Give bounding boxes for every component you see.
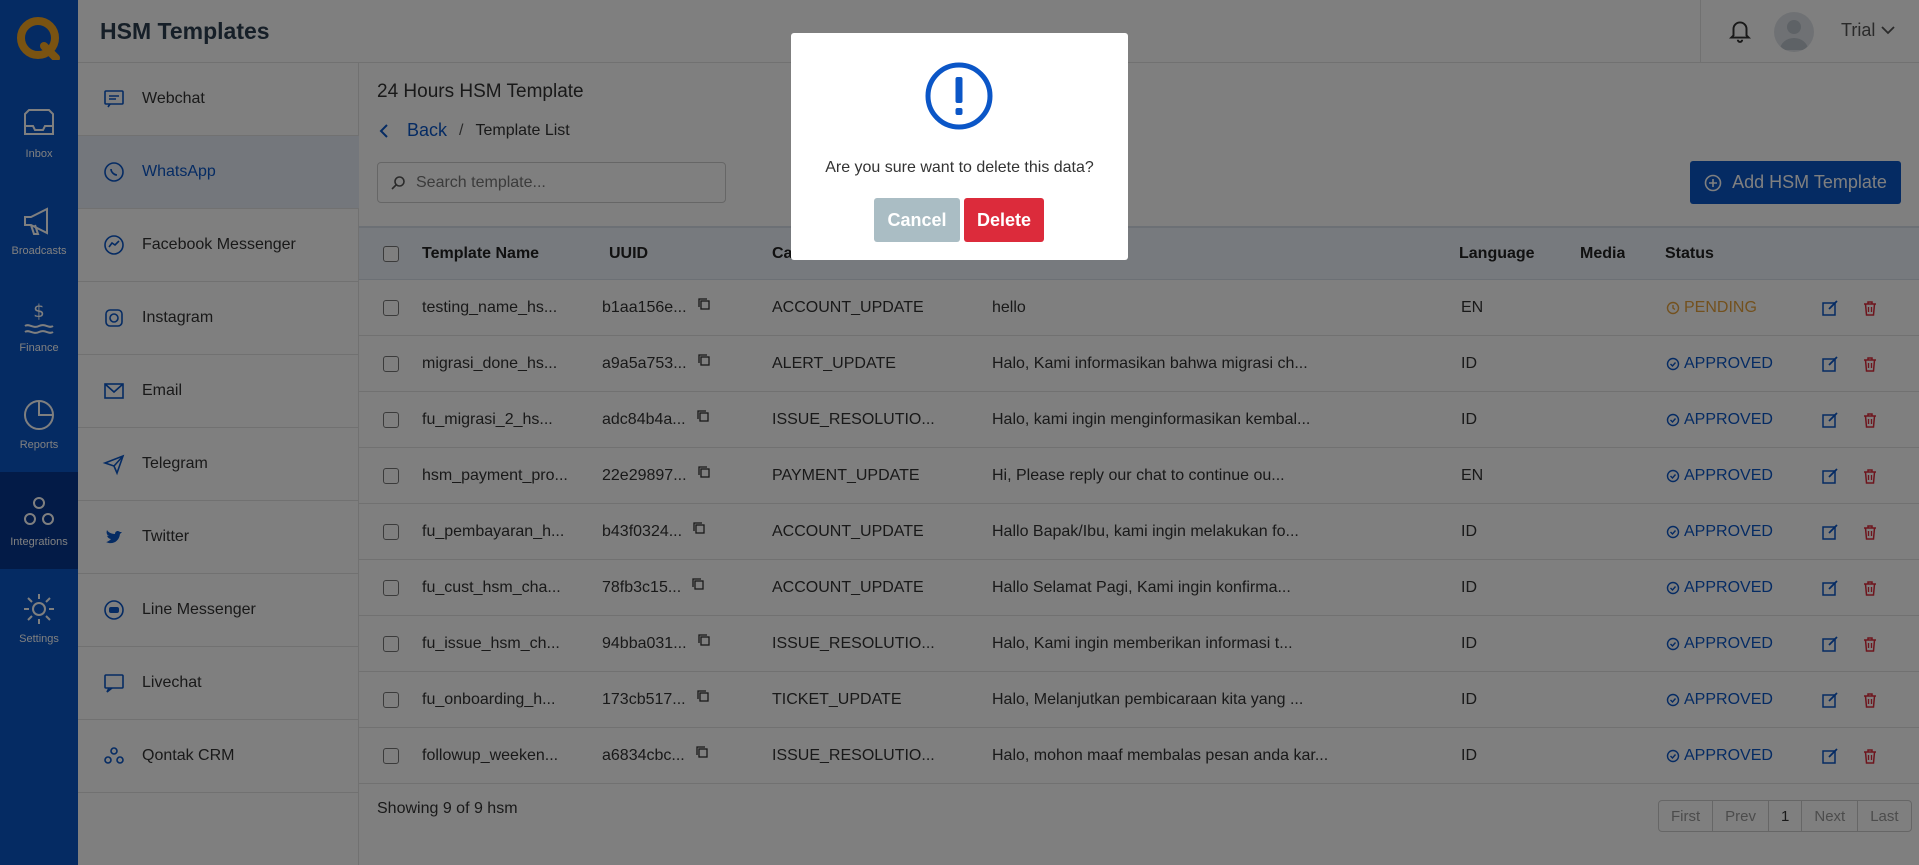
cancel-button[interactable]: Cancel — [874, 198, 960, 242]
dialog-message: Are you sure want to delete this data? — [825, 159, 1094, 176]
delete-button[interactable]: Delete — [964, 198, 1044, 242]
delete-confirm-dialog: Are you sure want to delete this data? C… — [791, 33, 1128, 260]
exclamation-circle-icon — [925, 62, 993, 130]
